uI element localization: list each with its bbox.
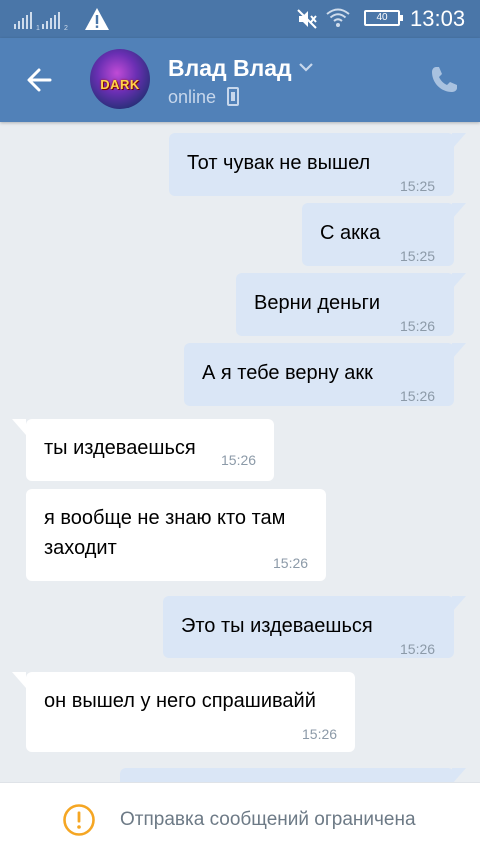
warning-icon <box>85 8 109 30</box>
chat-header: DARK Влад Влад online <box>0 38 480 122</box>
message-bubble-outgoing-partial[interactable] <box>120 768 466 782</box>
message-time: 15:26 <box>221 452 257 468</box>
message-bubble-outgoing[interactable]: Это ты издеваешься 15:26 <box>163 596 466 658</box>
message-text: С акка <box>320 222 381 244</box>
wifi-icon <box>326 8 350 27</box>
message-bubble-outgoing[interactable]: А я тебе верну акк 15:26 <box>184 343 466 406</box>
mute-icon <box>297 9 317 29</box>
message-text: Верни деньги <box>254 292 381 314</box>
contact-status: online <box>168 87 217 107</box>
battery-icon: 40 <box>364 10 403 26</box>
contact-name[interactable]: Влад Влад <box>168 54 292 82</box>
message-bubble-incoming[interactable]: я вообще не знаю кто там заходит 15:26 <box>26 489 326 581</box>
message-time: 15:26 <box>273 555 309 571</box>
message-text: Тот чувак не вышел <box>187 152 371 174</box>
clock: 13:03 <box>410 6 466 31</box>
message-text: ты издеваешься <box>44 437 196 459</box>
message-bubble-incoming[interactable]: он вышел у него спрашивайй 15:26 <box>12 672 355 752</box>
message-text: он вышел у него спрашивайй <box>44 690 316 712</box>
back-arrow-icon[interactable] <box>20 62 60 98</box>
message-bubble-outgoing[interactable]: Верни деньги 15:26 <box>236 273 466 336</box>
message-text-line: заходит <box>44 537 117 559</box>
avatar-logo-text: DARK <box>100 77 140 92</box>
message-time: 15:26 <box>400 388 436 404</box>
message-text: Это ты издеваешься <box>181 615 373 637</box>
message-time: 15:26 <box>400 641 436 657</box>
message-time: 15:25 <box>400 248 436 264</box>
message-bubble-outgoing[interactable]: С акка 15:25 <box>302 203 466 266</box>
message-list[interactable]: Тот чувак не вышел 15:25 С акка 15:25 Ве… <box>0 122 480 782</box>
message-text-line: я вообще не знаю кто там <box>44 507 286 529</box>
avatar[interactable]: DARK <box>90 49 150 109</box>
message-bubble-outgoing[interactable]: Тот чувак не вышел 15:25 <box>169 133 466 196</box>
status-bar: 1 2 40 13:03 <box>0 0 480 38</box>
message-text: А я тебе верну акк <box>202 362 373 384</box>
mobile-icon <box>227 87 239 106</box>
signal-icon: 1 2 <box>14 12 68 30</box>
warning-circle-icon <box>63 804 95 836</box>
phone-icon[interactable] <box>428 64 460 96</box>
chevron-down-icon[interactable] <box>298 60 314 74</box>
message-time: 15:26 <box>400 318 436 334</box>
messaging-restricted-banner: Отправка сообщений ограничена <box>0 782 480 854</box>
message-time: 15:25 <box>400 178 436 194</box>
svg-text:2: 2 <box>64 25 68 30</box>
message-time: 15:26 <box>302 726 338 742</box>
restriction-text: Отправка сообщений ограничена <box>120 809 416 830</box>
svg-text:1: 1 <box>36 25 40 30</box>
message-bubble-incoming[interactable]: ты издеваешься 15:26 <box>12 419 274 481</box>
battery-level: 40 <box>376 12 388 23</box>
